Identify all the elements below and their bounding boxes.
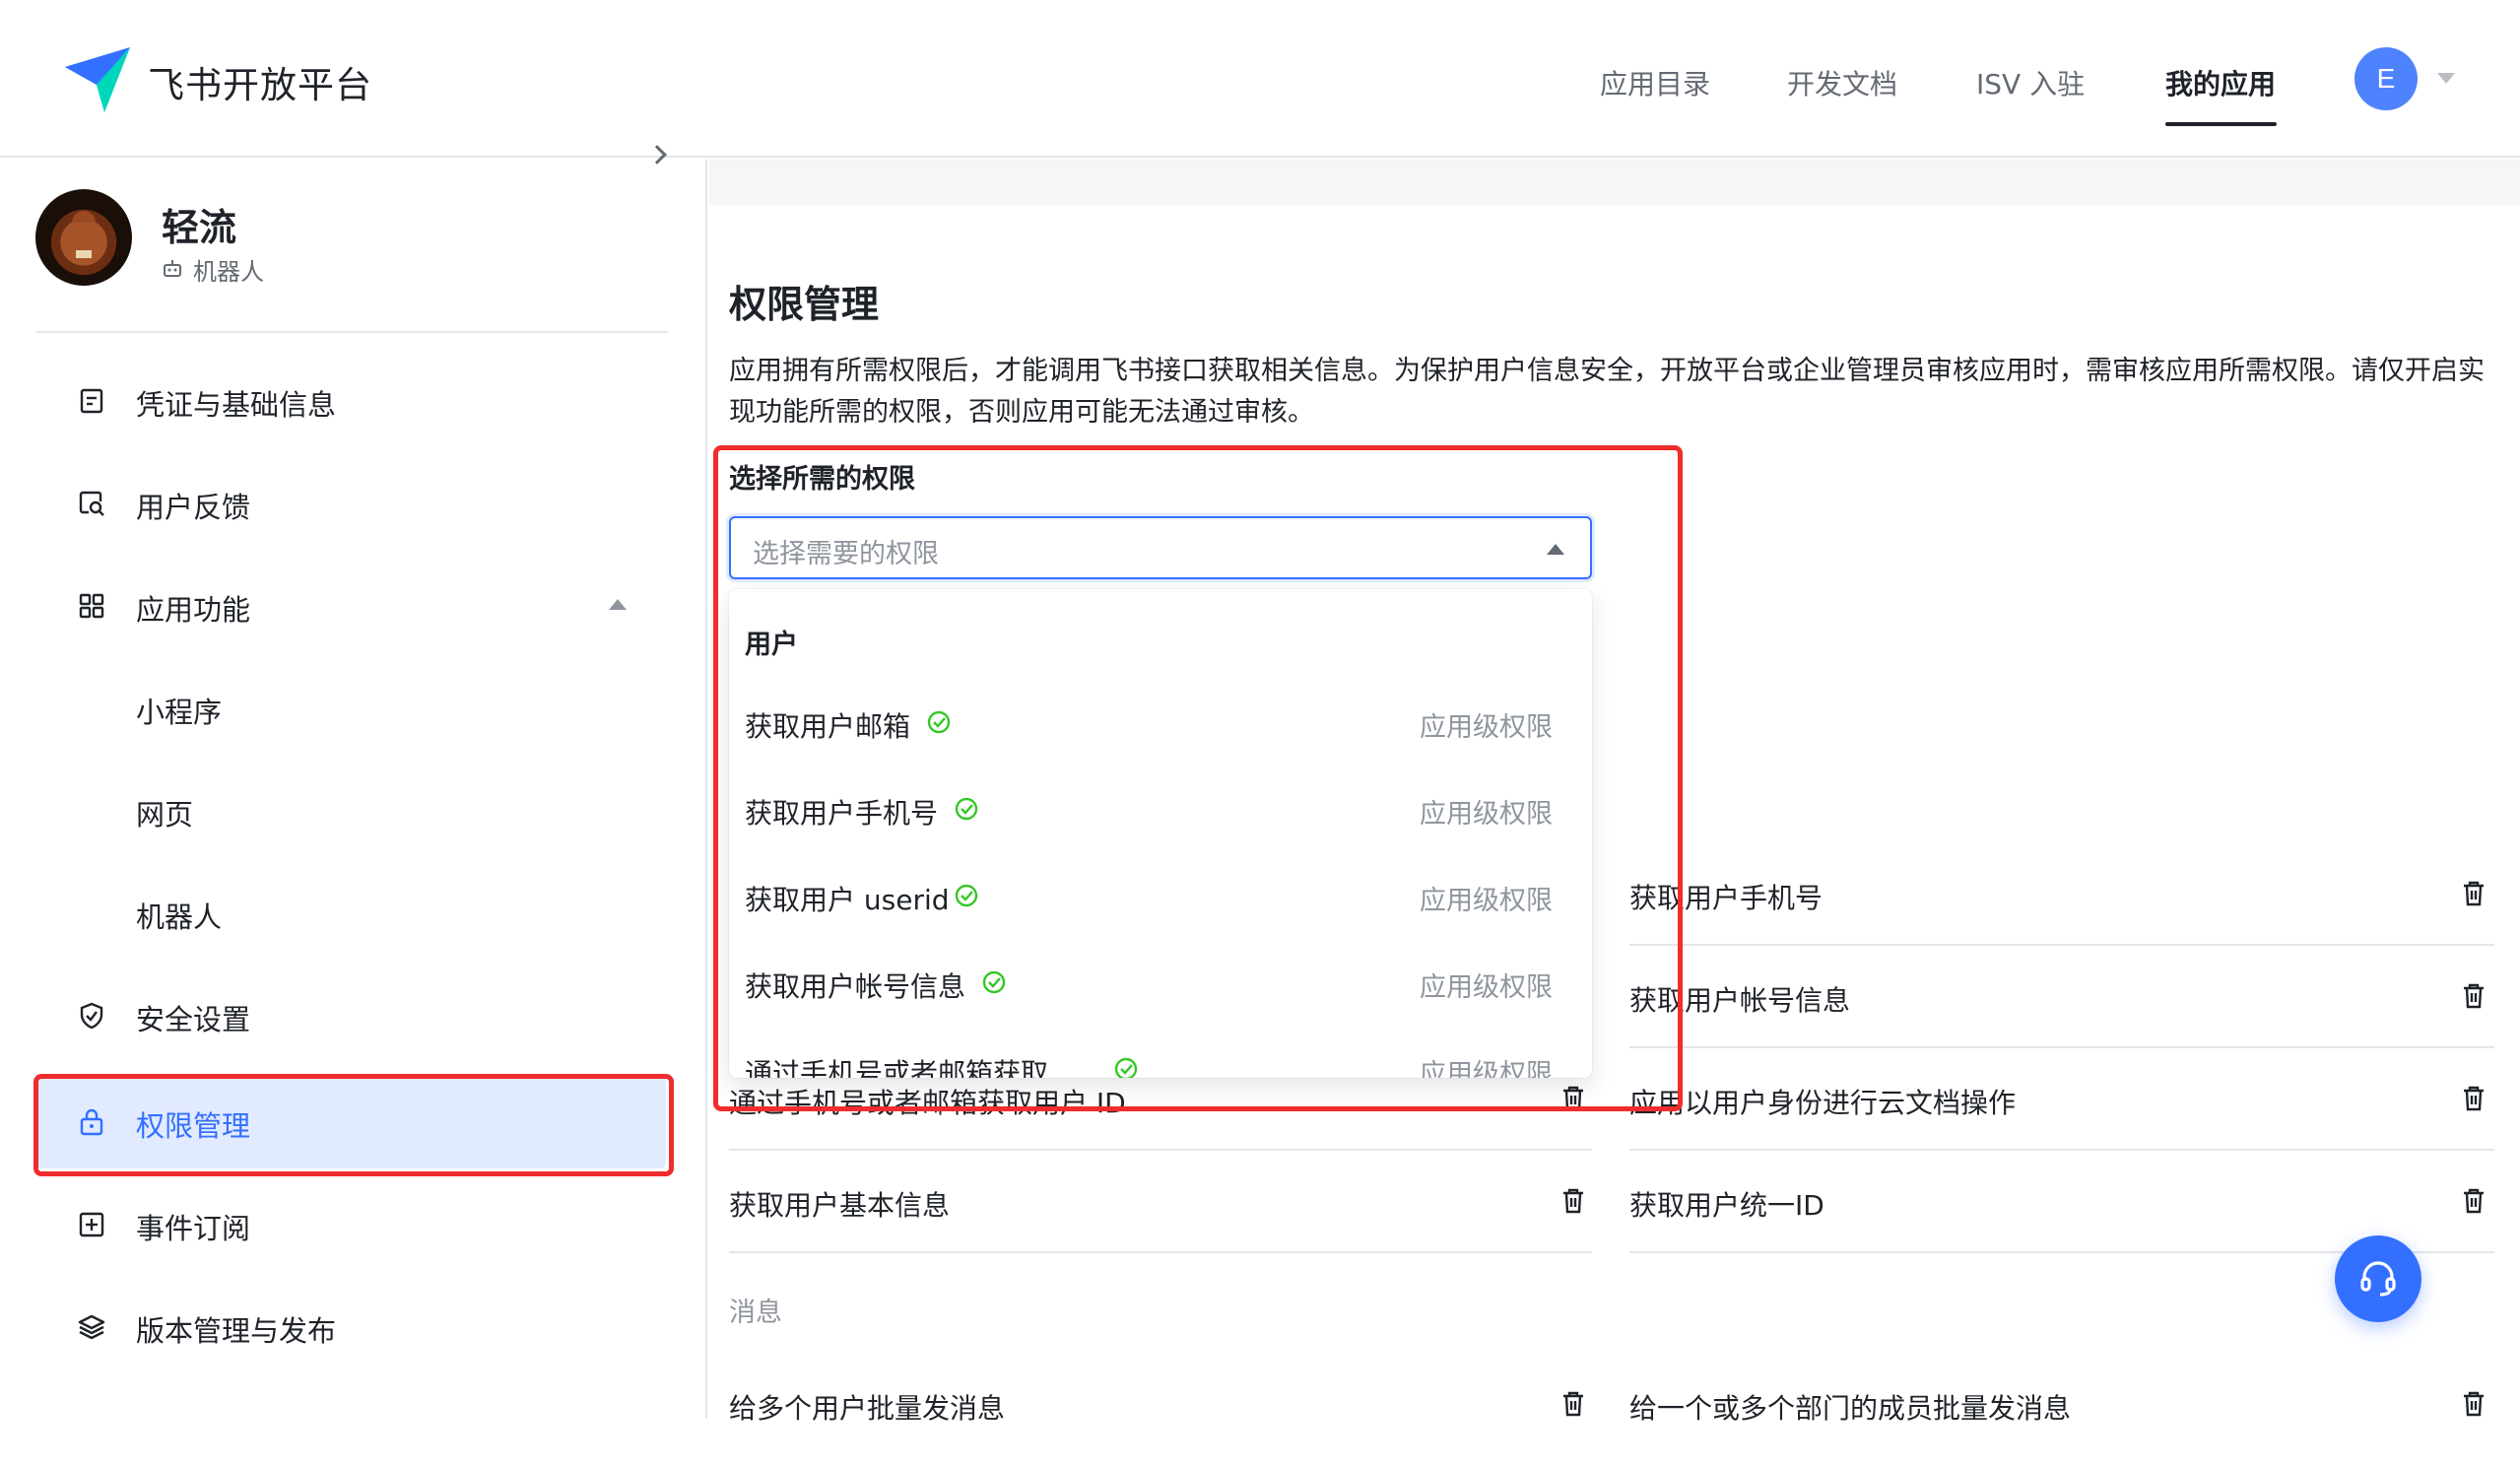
sidebar-item-events[interactable]: 事件订阅	[35, 1176, 666, 1271]
sidebar-item-security[interactable]: 安全设置	[35, 967, 666, 1062]
permission-row: 给一个或多个部门的成员批量发消息	[1629, 1364, 2494, 1466]
page-title: 权限管理	[729, 283, 880, 326]
grid-icon	[79, 593, 104, 619]
sidebar-item-label: 版本管理与发布	[136, 1314, 337, 1348]
permission-name: 给多个用户批量发消息	[729, 1392, 1006, 1425]
permission-row: 获取用户帐号信息	[1629, 946, 2494, 1048]
sidebar-item-label: 用户反馈	[136, 491, 251, 524]
layers-icon	[78, 1314, 105, 1340]
chevron-up-icon[interactable]	[609, 599, 627, 610]
highlight-box	[33, 1074, 674, 1176]
sidebar-item-label: 机器人	[136, 900, 223, 934]
sidebar-item-label: 安全设置	[136, 1003, 251, 1036]
permission-row: 应用以用户身份进行云文档操作	[1629, 1048, 2494, 1151]
permission-name: 获取用户统一ID	[1629, 1189, 1824, 1222]
help-button[interactable]	[2335, 1235, 2421, 1322]
trash-icon[interactable]	[2461, 879, 2487, 908]
nav-dev-docs[interactable]: 开发文档	[1787, 63, 1897, 102]
app-avatar	[35, 189, 132, 286]
sidebar-item-label: 网页	[136, 798, 194, 832]
sidebar-item-label: 事件订阅	[136, 1212, 251, 1245]
permission-row: 获取用户基本信息	[729, 1151, 1592, 1253]
headset-icon	[2360, 1261, 2396, 1297]
trash-icon[interactable]	[2461, 981, 2487, 1011]
trash-icon[interactable]	[1560, 1186, 1586, 1216]
sidebar-item-label: 凭证与基础信息	[136, 388, 337, 422]
sidebar-item-web[interactable]: 网页	[35, 763, 666, 857]
section-title-message: 消息	[729, 1298, 782, 1328]
event-icon	[79, 1212, 104, 1237]
nav-isv[interactable]: ISV 入驻	[1976, 63, 2085, 102]
sidebar: 轻流 机器人 凭证与基础信息 用户反馈 应用功能 小程序 网页 机器人 安全设置…	[0, 145, 707, 1419]
permission-name: 获取用户基本信息	[729, 1189, 951, 1222]
sidebar-item-label: 应用功能	[136, 593, 251, 627]
robot-icon	[164, 260, 181, 277]
nav-active-underline	[2165, 122, 2277, 126]
permission-name: 给一个或多个部门的成员批量发消息	[1629, 1392, 2072, 1425]
permission-row: 给多个用户批量发消息	[729, 1364, 1592, 1466]
sidebar-item-label: 小程序	[136, 696, 223, 729]
sidebar-item-credentials[interactable]: 凭证与基础信息	[35, 353, 666, 447]
trash-icon[interactable]	[2461, 1186, 2487, 1216]
permission-name: 应用以用户身份进行云文档操作	[1629, 1087, 2017, 1119]
nav-app-directory[interactable]: 应用目录	[1600, 63, 1710, 102]
brand-title[interactable]: 飞书开放平台	[148, 55, 372, 108]
user-avatar[interactable]: E	[2354, 47, 2418, 110]
trash-icon[interactable]	[1560, 1389, 1586, 1419]
page-description: 应用拥有所需权限后，才能调用飞书接口获取相关信息。为保护用户信息安全，开放平台或…	[729, 356, 2485, 428]
feedback-icon	[79, 491, 104, 516]
divider	[35, 331, 668, 333]
sidebar-item-mini-program[interactable]: 小程序	[35, 660, 666, 755]
content-top-band	[709, 160, 2520, 205]
shield-icon	[80, 1002, 103, 1030]
top-header: 飞书开放平台 应用目录 开发文档 ISV 入驻 我的应用 E	[0, 0, 2520, 158]
permission-row: 获取用户手机号	[1629, 843, 2494, 946]
app-type-label: 机器人	[193, 258, 264, 286]
trash-icon[interactable]	[2461, 1389, 2487, 1419]
sidebar-item-app-features[interactable]: 应用功能	[35, 558, 666, 652]
credential-icon	[80, 388, 103, 414]
sidebar-item-feedback[interactable]: 用户反馈	[35, 455, 666, 550]
app-name: 轻流	[162, 206, 237, 249]
nav-my-apps[interactable]: 我的应用	[2165, 63, 2276, 102]
chevron-down-icon[interactable]	[2437, 73, 2455, 84]
sidebar-item-versions[interactable]: 版本管理与发布	[35, 1279, 666, 1373]
trash-icon[interactable]	[2461, 1084, 2487, 1113]
highlight-box	[713, 445, 1683, 1111]
feishu-logo-icon[interactable]	[61, 43, 134, 116]
sidebar-item-bot[interactable]: 机器人	[35, 865, 666, 960]
